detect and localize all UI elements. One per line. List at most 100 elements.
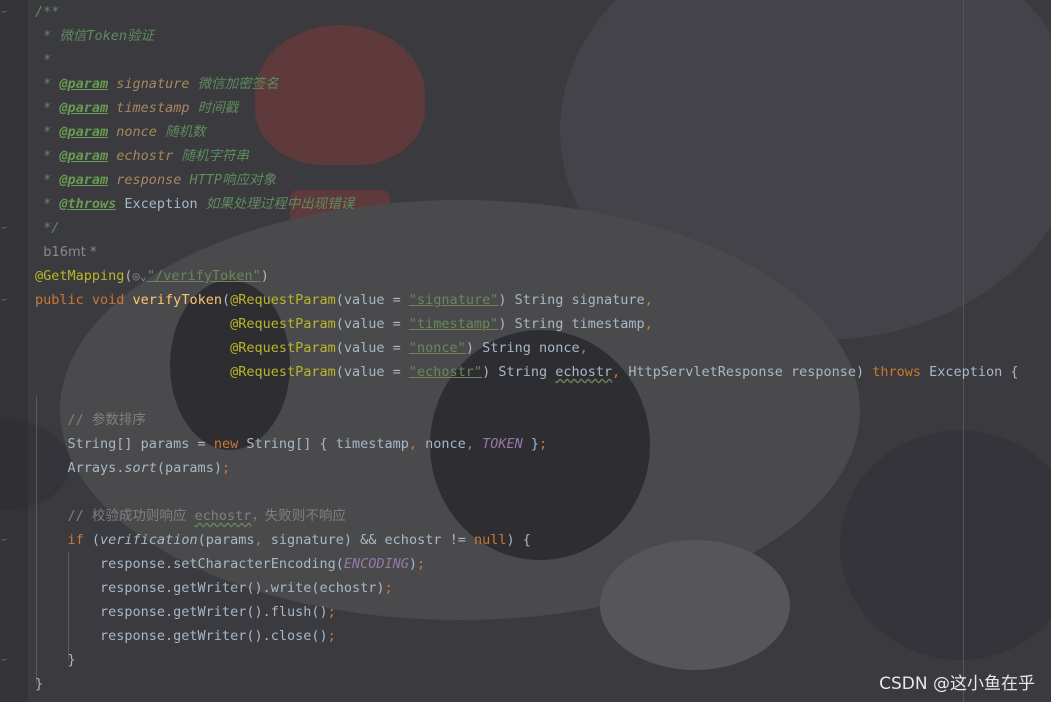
code-token: @RequestParam: [230, 316, 336, 332]
code-line[interactable]: * @param signature 微信加密签名: [35, 72, 1035, 96]
code-line[interactable]: // 参数排序: [35, 408, 1035, 432]
code-token: (: [124, 268, 133, 284]
code-token: ,: [644, 292, 653, 308]
code-line[interactable]: [35, 384, 1035, 408]
code-token: ;: [417, 556, 426, 572]
code-token: @param: [59, 148, 109, 164]
code-token: @RequestParam: [230, 292, 336, 308]
code-line[interactable]: * @param echostr 随机字符串: [35, 144, 1035, 168]
code-token: 随机字符串: [173, 148, 249, 164]
code-token: verification: [100, 532, 198, 548]
code-line[interactable]: */: [35, 216, 1035, 240]
code-token: timestamp: [108, 100, 190, 116]
code-line[interactable]: @RequestParam(value = "echostr") String …: [35, 360, 1035, 384]
code-token: response.setCharacterEncoding(: [35, 556, 344, 572]
code-token: echostr: [555, 364, 613, 380]
code-line[interactable]: @GetMapping(◎⌄"/verifyToken"): [35, 264, 1035, 288]
code-token: *: [35, 76, 60, 92]
code-line[interactable]: @RequestParam(value = "nonce") String no…: [35, 336, 1035, 360]
code-line[interactable]: /**: [35, 0, 1035, 24]
code-token: Exception {: [921, 364, 1019, 380]
code-line[interactable]: * @throws Exception 如果处理过程中出现错误: [35, 192, 1035, 216]
code-token: "echostr": [408, 364, 483, 380]
code-token: response: [108, 172, 182, 188]
code-token: String[] { timestamp: [238, 436, 409, 452]
code-token: ,: [254, 532, 263, 548]
code-token: ) {: [506, 532, 531, 548]
code-token: // 参数排序: [67, 412, 146, 428]
code-token: }: [35, 652, 76, 668]
code-token: verifyToken: [132, 292, 222, 308]
code-token: ): [408, 556, 418, 572]
code-token: response.getWriter().close(): [35, 628, 328, 644]
globe-icon: ◎⌄: [132, 269, 147, 283]
code-line[interactable]: Arrays.sort(params);: [35, 456, 1035, 480]
code-token: (: [83, 532, 101, 548]
code-line[interactable]: * @param timestamp 时间戳: [35, 96, 1035, 120]
code-line[interactable]: * @param response HTTP响应对象: [35, 168, 1035, 192]
code-token: ;: [384, 580, 393, 596]
code-token: HttpServletResponse response): [620, 364, 873, 380]
code-line[interactable]: [35, 480, 1035, 504]
code-line[interactable]: if (verification(params, signature) && e…: [35, 528, 1035, 552]
code-token: b16mt *: [35, 245, 97, 260]
code-token: @RequestParam: [230, 340, 336, 356]
fold-icon[interactable]: ⌐: [2, 8, 7, 18]
code-line[interactable]: // 校验成功则响应 echostr，失败则不响应: [35, 504, 1035, 528]
code-token: sort: [124, 460, 157, 476]
code-line[interactable]: public void verifyToken(@RequestParam(va…: [35, 288, 1035, 312]
code-token: new: [213, 436, 239, 452]
code-token: "timestamp": [408, 316, 499, 332]
code-token: */: [35, 220, 60, 236]
code-token: ;: [327, 604, 336, 620]
fold-icon[interactable]: ⌐: [2, 224, 7, 234]
code-token: // 校验成功则响应: [67, 508, 195, 524]
code-token: TOKEN: [482, 436, 523, 452]
fold-icon[interactable]: ⌐: [2, 536, 7, 546]
editor-gutter[interactable]: [0, 0, 28, 702]
code-token: ，失败则不响应: [251, 508, 346, 524]
fold-icon[interactable]: ⌐: [2, 296, 7, 306]
fold-icon[interactable]: ⌐: [2, 656, 7, 666]
code-token: ;: [221, 460, 231, 476]
code-token: nonce: [108, 124, 157, 140]
code-token: }: [522, 436, 539, 452]
code-token: Arrays.: [35, 460, 125, 476]
code-token: echostr: [194, 508, 252, 524]
code-token: @param: [59, 76, 109, 92]
code-line[interactable]: response.getWriter().write(echostr);: [35, 576, 1035, 600]
code-token: HTTP响应对象: [181, 172, 276, 188]
code-line[interactable]: response.setCharacterEncoding(ENCODING);: [35, 552, 1035, 576]
code-token: ENCODING: [343, 556, 409, 572]
code-line[interactable]: * 微信Token验证: [35, 24, 1035, 48]
code-token: @param: [59, 172, 109, 188]
code-token: nonce: [417, 436, 466, 452]
code-token: 微信加密签名: [189, 76, 279, 92]
code-token: *: [35, 52, 52, 68]
code-line[interactable]: String[] params = new String[] { timesta…: [35, 432, 1035, 456]
code-token: "signature": [408, 292, 499, 308]
code-line[interactable]: response.getWriter().close();: [35, 624, 1035, 648]
watermark: CSDN @这小鱼在乎: [879, 674, 1035, 694]
code-line[interactable]: @RequestParam(value = "timestamp") Strin…: [35, 312, 1035, 336]
code-token: (value =: [335, 316, 409, 332]
code-line[interactable]: * @param nonce 随机数: [35, 120, 1035, 144]
code-token: @param: [59, 124, 109, 140]
code-token: ;: [539, 436, 548, 452]
code-token: ) String timestamp: [498, 316, 645, 332]
code-token: }: [35, 676, 44, 692]
code-editor[interactable]: /** * 微信Token验证 * * @param signature 微信加…: [35, 0, 1035, 696]
code-token: *: [35, 148, 60, 164]
code-token: ) String signature: [498, 292, 645, 308]
code-line[interactable]: b16mt *: [35, 240, 1035, 264]
code-token: /**: [35, 4, 60, 20]
code-token: ,: [465, 436, 474, 452]
code-token: ) String nonce: [465, 340, 580, 356]
code-line[interactable]: *: [35, 48, 1035, 72]
code-line[interactable]: response.getWriter().flush();: [35, 600, 1035, 624]
code-token: *: [35, 100, 60, 116]
code-token: echostr: [108, 148, 174, 164]
